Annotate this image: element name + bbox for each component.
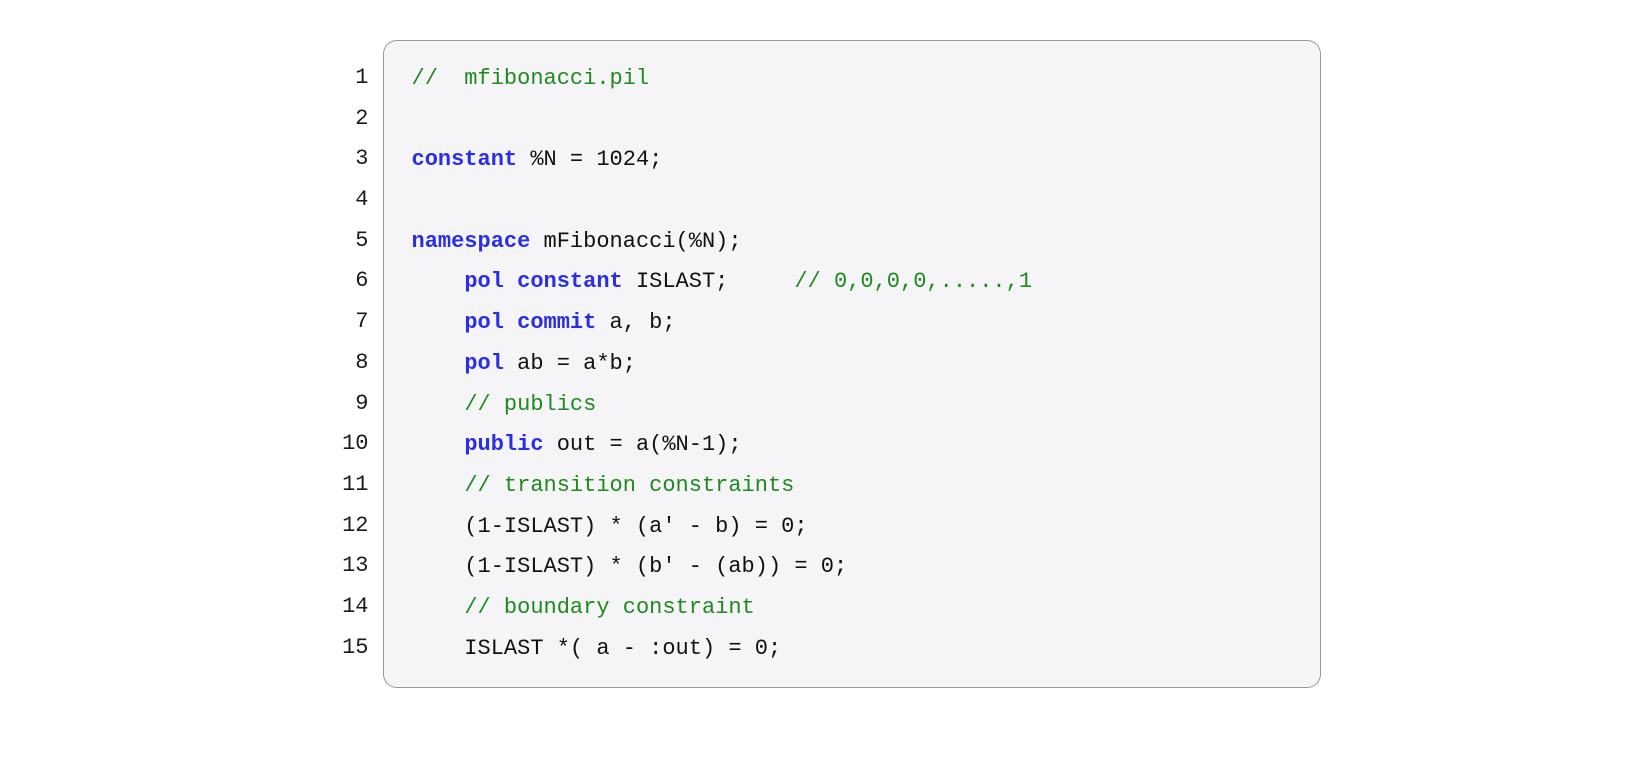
line-number: 15 (329, 628, 369, 669)
text-token: mFibonacci(%N); (530, 229, 741, 254)
code-line: ISLAST *( a - :out) = 0; (412, 629, 1292, 670)
line-number: 6 (329, 261, 369, 302)
text-token (412, 269, 465, 294)
line-number: 13 (329, 546, 369, 587)
code-line: namespace mFibonacci(%N); (412, 222, 1292, 263)
code-box: // mfibonacci.pil constant %N = 1024; name… (383, 40, 1321, 688)
comment-token: // mfibonacci.pil (412, 66, 650, 91)
keyword-token: public (464, 432, 543, 457)
text-token: a, b; (596, 310, 675, 335)
line-number: 8 (329, 343, 369, 384)
line-number: 12 (329, 506, 369, 547)
line-number: 1 (329, 58, 369, 99)
code-line: // boundary constraint (412, 588, 1292, 629)
text-token: ab = a*b; (504, 351, 636, 376)
text-token: out = a(%N-1); (544, 432, 742, 457)
text-token (412, 392, 465, 417)
line-number: 4 (329, 180, 369, 221)
keyword-token: namespace (412, 229, 531, 254)
comment-token: // transition constraints (464, 473, 794, 498)
text-token (412, 473, 465, 498)
keyword-token: pol (464, 351, 504, 376)
code-line: // transition constraints (412, 466, 1292, 507)
keyword-token: pol constant (464, 269, 622, 294)
text-token (412, 310, 465, 335)
code-line: // mfibonacci.pil (412, 59, 1292, 100)
code-line: // publics (412, 385, 1292, 426)
line-number: 5 (329, 221, 369, 262)
text-token: (1-ISLAST) * (a' - b) = 0; (412, 514, 808, 539)
code-line: public out = a(%N-1); (412, 425, 1292, 466)
code-block: 123456789101112131415 // mfibonacci.pilc… (329, 40, 1321, 688)
keyword-token: pol commit (464, 310, 596, 335)
text-token: ISLAST *( a - :out) = 0; (412, 636, 782, 661)
code-line: (1-ISLAST) * (b' - (ab)) = 0; (412, 547, 1292, 588)
code-line: pol commit a, b; (412, 303, 1292, 344)
line-number-gutter: 123456789101112131415 (329, 40, 383, 688)
line-number: 7 (329, 302, 369, 343)
code-line: pol constant ISLAST; // 0,0,0,0,.....,1 (412, 262, 1292, 303)
text-token: (1-ISLAST) * (b' - (ab)) = 0; (412, 554, 848, 579)
code-line (412, 181, 1292, 222)
text-token (412, 351, 465, 376)
text-token (412, 595, 465, 620)
line-number: 9 (329, 384, 369, 425)
text-token (412, 432, 465, 457)
line-number: 10 (329, 424, 369, 465)
comment-token: // boundary constraint (464, 595, 754, 620)
comment-token: // publics (464, 392, 596, 417)
code-line: pol ab = a*b; (412, 344, 1292, 385)
line-number: 2 (329, 99, 369, 140)
line-number: 11 (329, 465, 369, 506)
code-line: (1-ISLAST) * (a' - b) = 0; (412, 507, 1292, 548)
line-number: 3 (329, 139, 369, 180)
keyword-token: constant (412, 147, 518, 172)
code-line: constant %N = 1024; (412, 140, 1292, 181)
code-line (412, 100, 1292, 141)
comment-token: // 0,0,0,0,.....,1 (794, 269, 1032, 294)
text-token: %N = 1024; (517, 147, 662, 172)
text-token: ISLAST; (623, 269, 795, 294)
line-number: 14 (329, 587, 369, 628)
